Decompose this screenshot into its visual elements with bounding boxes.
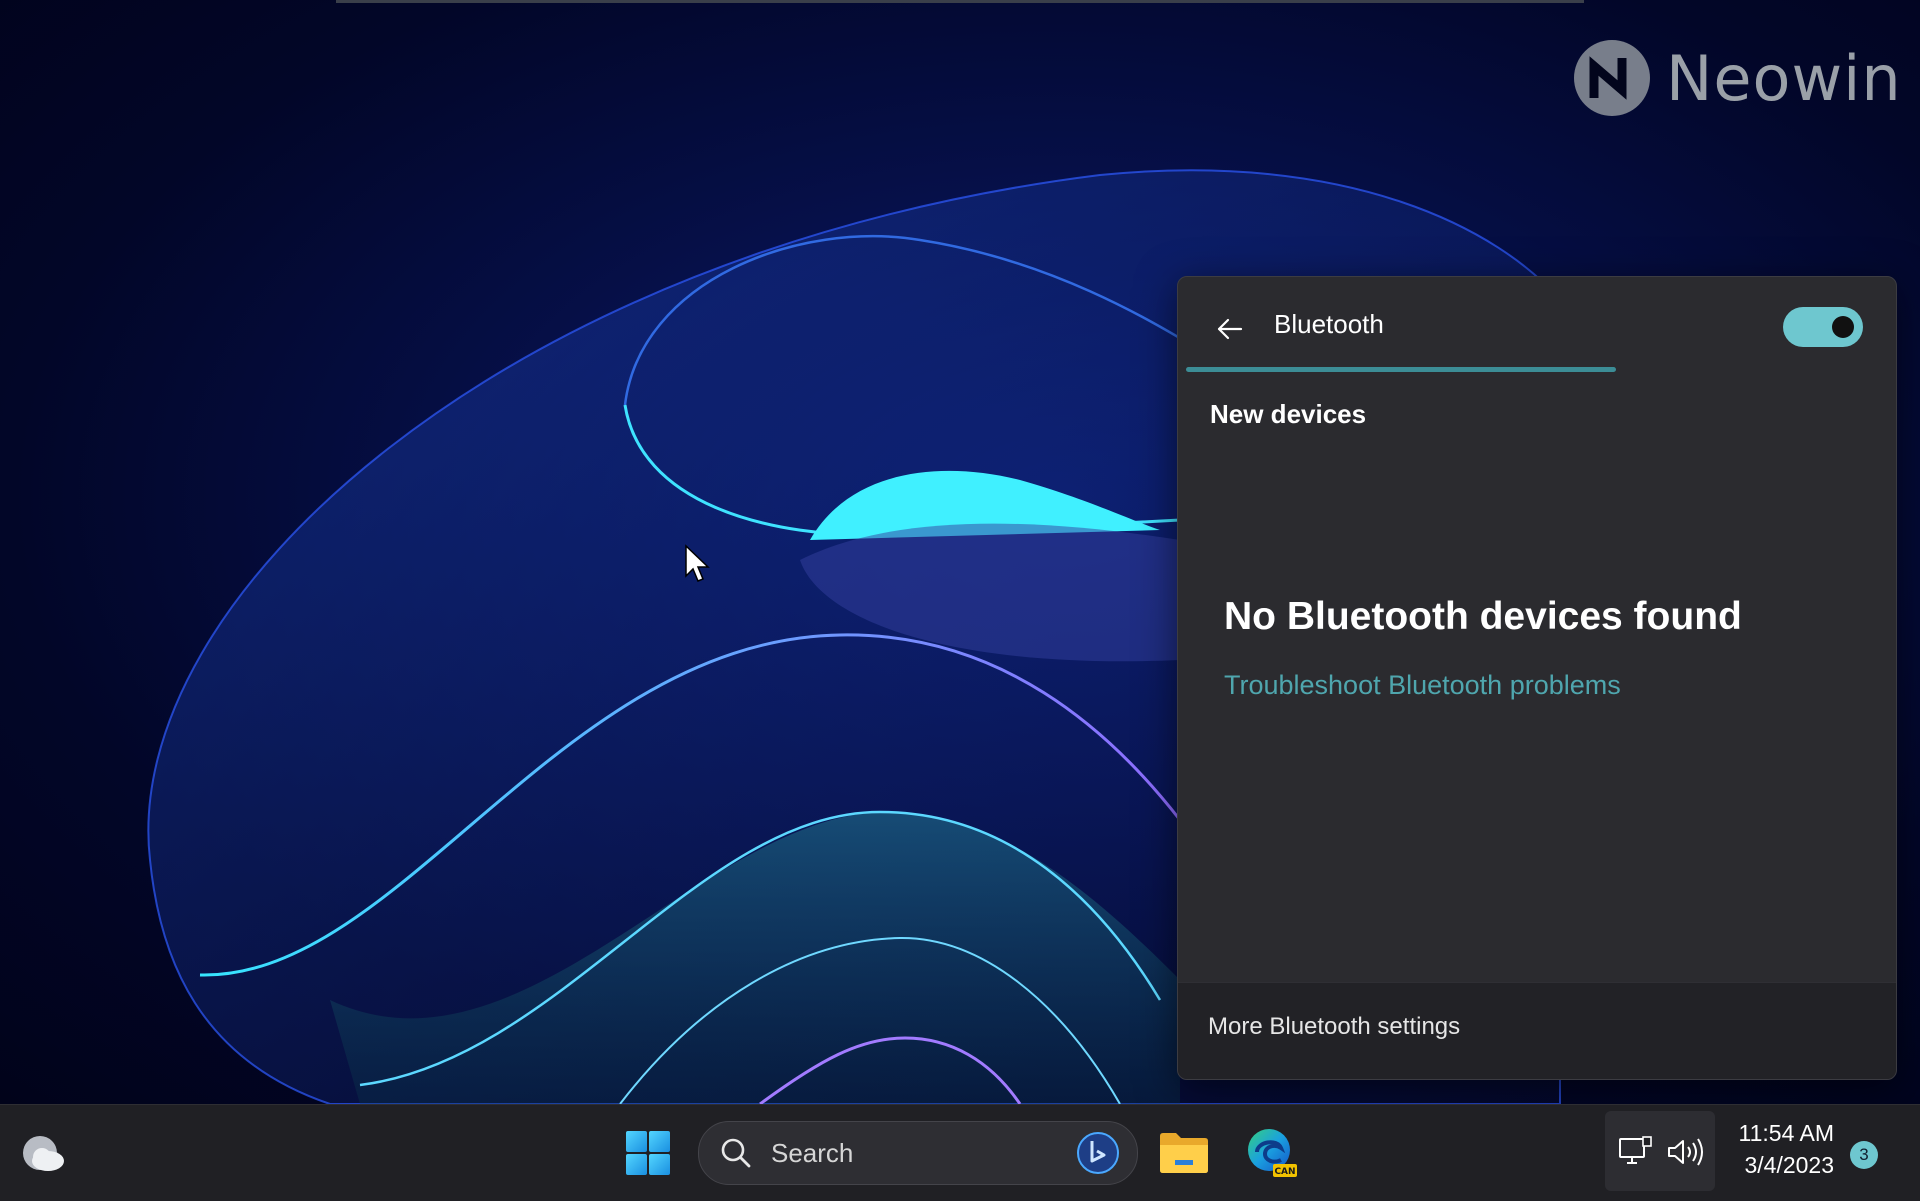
- edge-icon: CAN: [1248, 1129, 1297, 1177]
- back-arrow-icon: [1217, 318, 1243, 340]
- edge-canary-badge: CAN: [1274, 1167, 1295, 1177]
- more-bluetooth-settings-link[interactable]: More Bluetooth settings: [1208, 1013, 1460, 1041]
- notification-badge[interactable]: 3: [1850, 1141, 1878, 1169]
- clock-time: 11:54 AM: [1738, 1120, 1834, 1146]
- quick-settings-tray[interactable]: [1605, 1111, 1715, 1191]
- edge-browser-button[interactable]: CAN: [1244, 1125, 1300, 1181]
- troubleshoot-bluetooth-link[interactable]: Troubleshoot Bluetooth problems: [1224, 670, 1621, 701]
- taskbar-clock[interactable]: 11:54 AM 3/4/2023: [1730, 1117, 1834, 1181]
- new-devices-heading: New devices: [1210, 399, 1367, 429]
- back-button[interactable]: [1206, 305, 1254, 353]
- toggle-knob: [1832, 316, 1854, 338]
- weather-widget[interactable]: [18, 1129, 68, 1179]
- search-icon: [721, 1138, 751, 1168]
- weather-icon: [23, 1136, 64, 1171]
- clock-date: 3/4/2023: [1744, 1152, 1834, 1178]
- start-button[interactable]: [618, 1125, 678, 1181]
- file-explorer-button[interactable]: [1156, 1125, 1212, 1181]
- file-explorer-icon: [1160, 1133, 1208, 1173]
- scan-progress-bar: [1186, 367, 1616, 372]
- window-edge-strip: [336, 0, 1584, 3]
- network-icon: [1619, 1136, 1652, 1164]
- taskbar: Search CAN 11:54 AM 3/4/2023 3: [0, 1104, 1920, 1201]
- volume-icon: [1668, 1138, 1703, 1166]
- bluetooth-footer: More Bluetooth settings: [1178, 982, 1896, 1079]
- bluetooth-toggle[interactable]: [1783, 307, 1863, 347]
- bluetooth-header: Bluetooth: [1178, 277, 1896, 373]
- mouse-cursor-icon: [685, 544, 710, 582]
- bluetooth-title: Bluetooth: [1274, 309, 1384, 339]
- bluetooth-flyout: Bluetooth New devices No Bluetooth devic…: [1177, 276, 1897, 1080]
- no-devices-message: No Bluetooth devices found: [1224, 595, 1742, 638]
- neowin-watermark: Neowin: [1572, 38, 1902, 118]
- taskbar-search-box[interactable]: Search: [698, 1121, 1138, 1185]
- watermark-text: Neowin: [1666, 41, 1902, 115]
- search-placeholder: Search: [771, 1138, 854, 1168]
- desktop: Neowin Bluetooth New devices No Bluetoot…: [0, 0, 1920, 1104]
- windows-logo-icon: [626, 1131, 670, 1175]
- neowin-logo-icon: [1574, 40, 1650, 116]
- bing-icon[interactable]: [1075, 1130, 1121, 1176]
